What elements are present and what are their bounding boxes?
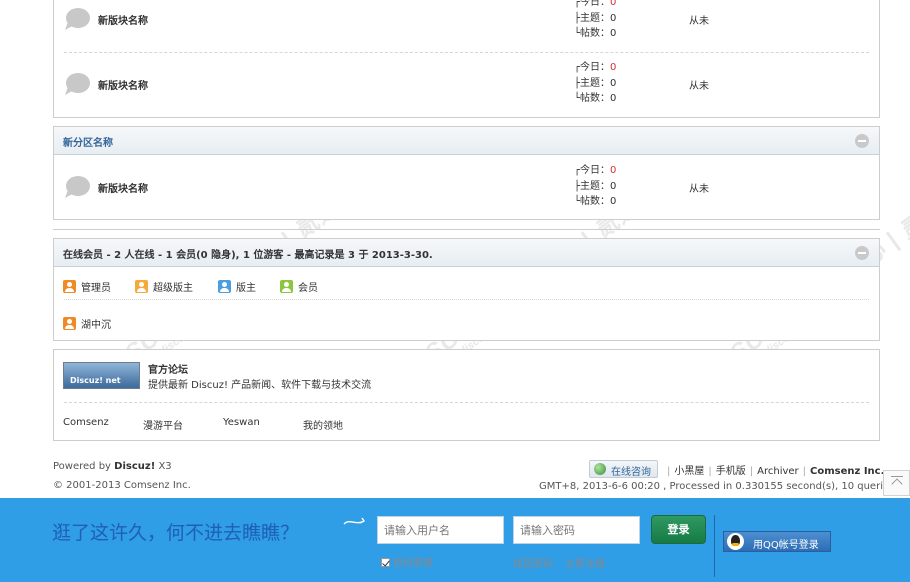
official-forum-desc: 提供最新 Discuz! 产品新闻、软件下载与技术交流 <box>148 380 372 391</box>
online-box: 在线会员 - 2 人在线 - 1 会员(0 隐身), 1 位游客 - 最高记录是… <box>53 238 880 341</box>
category-box: 新分区名称 新版块名称 ┌今日：0 ├主题：0 └帖数：0 从未 <box>53 126 880 220</box>
friend-links-box: Discuz! net 官方论坛 提供最新 Discuz! 产品新闻、软件下载与… <box>53 349 880 441</box>
login-button[interactable]: 登录 <box>651 515 706 544</box>
friend-link[interactable]: 我的领地 <box>303 417 343 432</box>
forum-row: 新版块名称 ┌今日：0 ├主题：0 └帖数：0 从未 <box>54 62 879 127</box>
copyright: © 2001-2013 Comsenz Inc. <box>53 480 191 491</box>
online-user[interactable]: 湖中沉 <box>63 316 111 331</box>
discuz-link[interactable]: Discuz! <box>114 461 155 472</box>
processing-info: GMT+8, 2013-6-6 00:20 , Processed in 0.3… <box>539 481 901 492</box>
footer-link-archiver[interactable]: Archiver <box>757 466 799 477</box>
divider <box>64 52 869 53</box>
category-title-link[interactable]: 新分区名称 <box>63 134 113 149</box>
user-icon <box>63 317 76 330</box>
official-forum-link[interactable]: 官方论坛 <box>148 361 188 376</box>
user-icon <box>135 280 148 293</box>
online-summary: 在线会员 - 2 人在线 - 1 会员(0 隐身), 1 位游客 - 最高记录是… <box>63 250 433 261</box>
footer-link-blacklist[interactable]: 小黑屋 <box>674 466 704 477</box>
category-header: 新分区名称 <box>54 127 879 155</box>
friend-link[interactable]: Comsenz <box>63 417 109 428</box>
friend-link[interactable]: 漫游平台 <box>143 417 183 432</box>
forum-last-post: 从未 <box>689 16 709 27</box>
forum-row: 新版块名称 ┌今日：0 ├主题：0 └帖数：0 从未 <box>54 165 879 230</box>
legend-mod: 版主 <box>218 279 256 294</box>
password-input[interactable] <box>513 516 640 544</box>
user-icon <box>63 280 76 293</box>
divider <box>64 299 869 300</box>
forum-bubble-icon <box>65 176 90 198</box>
globe-icon <box>594 463 606 475</box>
user-icon <box>280 280 293 293</box>
collapse-icon[interactable] <box>855 134 869 148</box>
qq-icon <box>727 533 744 550</box>
forum-bubble-icon <box>65 8 90 30</box>
collapse-icon[interactable] <box>855 246 869 260</box>
section-divider <box>53 229 880 230</box>
forum-stats: ┌今日：0 ├主题：0 └帖数：0 <box>574 62 617 104</box>
friend-link[interactable]: Yeswan <box>223 417 260 428</box>
divider <box>64 402 869 403</box>
checkbox-icon <box>381 558 390 567</box>
legend-super-mod: 超级版主 <box>135 279 193 294</box>
footer-link-mobile[interactable]: 手机版 <box>716 466 746 477</box>
user-icon <box>218 280 231 293</box>
footer-link-company[interactable]: Comsenz Inc. <box>810 466 884 477</box>
discuz-logo[interactable]: Discuz! net <box>63 362 140 389</box>
forum-stats: ┌今日：0 ├主题：0 └帖数：0 <box>574 165 617 207</box>
forum-name-link[interactable]: 新版块名称 <box>98 180 148 195</box>
legend-admin: 管理员 <box>63 279 111 294</box>
powered-by: Powered by Discuz! X3 <box>53 461 172 472</box>
online-consult-button[interactable]: 在线咨询 <box>589 460 658 478</box>
forum-stats: ┌今日：0 ├主题：0 └帖数：0 <box>574 0 617 39</box>
login-separator <box>714 515 715 577</box>
forum-last-post: 从未 <box>689 81 709 92</box>
online-header: 在线会员 - 2 人在线 - 1 会员(0 隐身), 1 位游客 - 最高记录是… <box>54 239 879 267</box>
qq-login-button[interactable]: 用QQ帐号登录 <box>723 531 831 552</box>
footer-links: | 小黑屋 | 手机版 | Archiver | Comsenz Inc. <box>667 466 885 477</box>
register-link[interactable]: 立即注册 <box>565 555 605 570</box>
forum-name-link[interactable]: 新版块名称 <box>98 77 148 92</box>
forgot-password-link[interactable]: 找回密码 <box>513 555 553 570</box>
forum-name-link[interactable]: 新版块名称 <box>98 12 148 27</box>
back-to-top-button[interactable] <box>883 470 910 496</box>
forum-last-post: 从未 <box>689 184 709 195</box>
login-slogan: 逛了这许久，何不进去瞧瞧？ <box>52 522 300 544</box>
legend-member: 会员 <box>280 279 318 294</box>
auto-login-checkbox[interactable]: 自动登录 <box>381 554 433 569</box>
forum-list-box: 新版块名称 ┌今日：0 ├主题：0 └帖数：0 从未 新版块名称 ┌今日：0 ├… <box>53 0 880 118</box>
forum-bubble-icon <box>65 73 90 95</box>
username-input[interactable] <box>377 516 504 544</box>
arrow-icon <box>343 517 365 525</box>
login-bar: 逛了这许久，何不进去瞧瞧？ 登录 自动登录 找回密码 立即注册 用QQ帐号登录 <box>0 498 910 582</box>
